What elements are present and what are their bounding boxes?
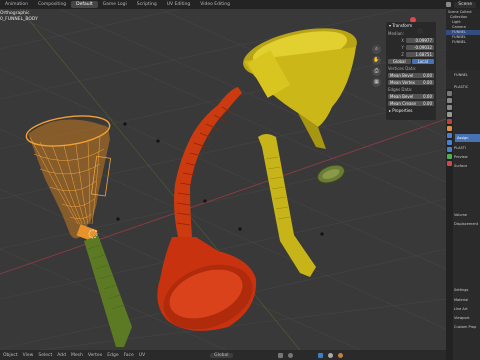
- preview-section[interactable]: Preview: [454, 154, 480, 160]
- viewport-header: Object View Select Add Mesh Vertex Edge …: [0, 350, 449, 360]
- object-tab-icon[interactable]: [447, 126, 452, 131]
- yellow-spout[interactable]: [258, 134, 316, 277]
- menu-view[interactable]: View: [23, 353, 34, 358]
- menu-mesh[interactable]: Mesh: [71, 353, 83, 358]
- assign-button[interactable]: Assign: [455, 134, 480, 142]
- material-dropdown[interactable]: PLASTI: [454, 145, 480, 151]
- vertex-mean-bevel-field[interactable]: Mean Bevel 0.00: [388, 72, 434, 78]
- material-section[interactable]: Material: [454, 297, 480, 303]
- tab-default[interactable]: Default: [71, 1, 98, 8]
- orange-wireframe-funnel[interactable]: [24, 111, 112, 242]
- tab-uv-editing[interactable]: UV Editing: [162, 1, 195, 8]
- median-x-field[interactable]: 0.09977: [406, 37, 434, 43]
- custom-properties-section[interactable]: Custom Prop: [454, 324, 480, 330]
- scene-icon[interactable]: [446, 2, 452, 7]
- shading-material-icon[interactable]: [337, 352, 343, 358]
- displacement-section[interactable]: Displacement: [454, 221, 480, 227]
- hand-pan-icon[interactable]: ✋: [372, 56, 381, 65]
- viewport-display-section[interactable]: Viewport: [454, 315, 480, 321]
- median-z-row: Z 1.68751: [401, 51, 434, 57]
- constraints-tab-icon[interactable]: [447, 147, 452, 152]
- output-tab-icon[interactable]: [447, 105, 452, 110]
- global-toggle[interactable]: Global: [388, 58, 411, 64]
- 3d-viewport[interactable]: Orthographic 0_FUNNEL_BODY ⌕ ✋ ⎙ ▦ ▾ Tra…: [0, 9, 446, 350]
- menu-object[interactable]: Object: [3, 353, 18, 358]
- menu-face[interactable]: Face: [124, 353, 134, 358]
- material-tab-icon[interactable]: [447, 161, 452, 166]
- tab-compositing[interactable]: Compositing: [33, 1, 71, 8]
- camera-view-icon[interactable]: ⎙: [372, 67, 381, 76]
- tab-video-editing[interactable]: Video Editing: [195, 1, 235, 8]
- menu-edge[interactable]: Edge: [107, 353, 118, 358]
- scene-selector[interactable]: Scene: [454, 1, 476, 8]
- render-tab-icon[interactable]: [447, 98, 452, 103]
- properties-header[interactable]: ▸ Properties: [386, 107, 436, 114]
- transform-panel: ▾ Transform Median: X 0.09977 Y -0.09032…: [386, 22, 436, 120]
- top-right-controls: Scene: [446, 0, 480, 9]
- active-object-label: 0_FUNNEL_BODY: [0, 17, 38, 22]
- green-spout[interactable]: [84, 235, 132, 347]
- data-tab-icon[interactable]: [447, 154, 452, 159]
- menu-add[interactable]: Add: [57, 353, 66, 358]
- physics-tab-icon[interactable]: [447, 140, 452, 145]
- tab-scripting[interactable]: Scripting: [132, 1, 162, 8]
- world-tab-icon[interactable]: [447, 119, 452, 124]
- volume-section[interactable]: Volume: [454, 212, 480, 218]
- tab-animation[interactable]: Animation: [0, 1, 33, 8]
- viewport-overlay-text: Orthographic 0_FUNNEL_BODY: [0, 11, 38, 23]
- menu-select[interactable]: Select: [38, 353, 52, 358]
- line-art-section[interactable]: Line Art: [454, 306, 480, 312]
- median-y-field[interactable]: -0.09032: [406, 44, 434, 50]
- properties-tab-strip: [446, 89, 453, 360]
- edges-data-label: Edges Data:: [388, 86, 413, 92]
- median-x-row: X 0.09977: [401, 37, 434, 43]
- tab-game-logic[interactable]: Game Logi: [98, 1, 132, 8]
- zoom-icon[interactable]: ⌕: [372, 45, 381, 54]
- workspace-bar: Animation Compositing Default Game Logi …: [0, 0, 480, 9]
- transform-orientation-dropdown[interactable]: Global: [210, 352, 233, 358]
- object-name-field[interactable]: FUNNEL: [454, 72, 480, 78]
- right-panels: Scene Collect Collection Light Camera FU…: [446, 9, 480, 360]
- material-name-field[interactable]: PLASTIC: [454, 84, 480, 90]
- vertex-mean-vertex-field[interactable]: Mean Vertex 0.00: [388, 79, 434, 85]
- outliner-row[interactable]: FUNNEL: [446, 40, 480, 45]
- local-toggle[interactable]: Local: [411, 58, 434, 64]
- edge-mean-bevel-field[interactable]: Mean Bevel 0.00: [388, 93, 434, 99]
- vertices-data-label: Vertices Data:: [388, 65, 417, 71]
- transform-header[interactable]: ▾ Transform: [386, 22, 436, 29]
- tool-tab-icon[interactable]: [447, 91, 452, 96]
- object-origins: [116, 122, 324, 236]
- grid-view-icon[interactable]: ▦: [372, 78, 381, 87]
- menu-vertex[interactable]: Vertex: [88, 353, 102, 358]
- median-y-row: Y -0.09032: [401, 44, 434, 50]
- proportional-edit-icon[interactable]: [287, 352, 293, 358]
- red-funnel[interactable]: [155, 87, 262, 341]
- shading-solid-icon[interactable]: [327, 352, 333, 358]
- overlay-icon[interactable]: [317, 352, 323, 358]
- outliner: Scene Collect Collection Light Camera FU…: [446, 9, 480, 70]
- median-label: Median:: [388, 30, 404, 36]
- surface-section[interactable]: Surface: [454, 163, 480, 169]
- snap-icon[interactable]: [277, 352, 283, 358]
- modifier-tab-icon[interactable]: [447, 133, 452, 138]
- median-z-field[interactable]: 1.68751: [406, 51, 434, 57]
- menu-uv[interactable]: UV: [139, 353, 145, 358]
- edge-mean-crease-field[interactable]: Mean Crease 0.00: [388, 100, 434, 106]
- yellow-funnel[interactable]: [239, 19, 362, 149]
- settings-section[interactable]: Settings: [454, 287, 480, 293]
- scene-tab-icon[interactable]: [447, 112, 452, 117]
